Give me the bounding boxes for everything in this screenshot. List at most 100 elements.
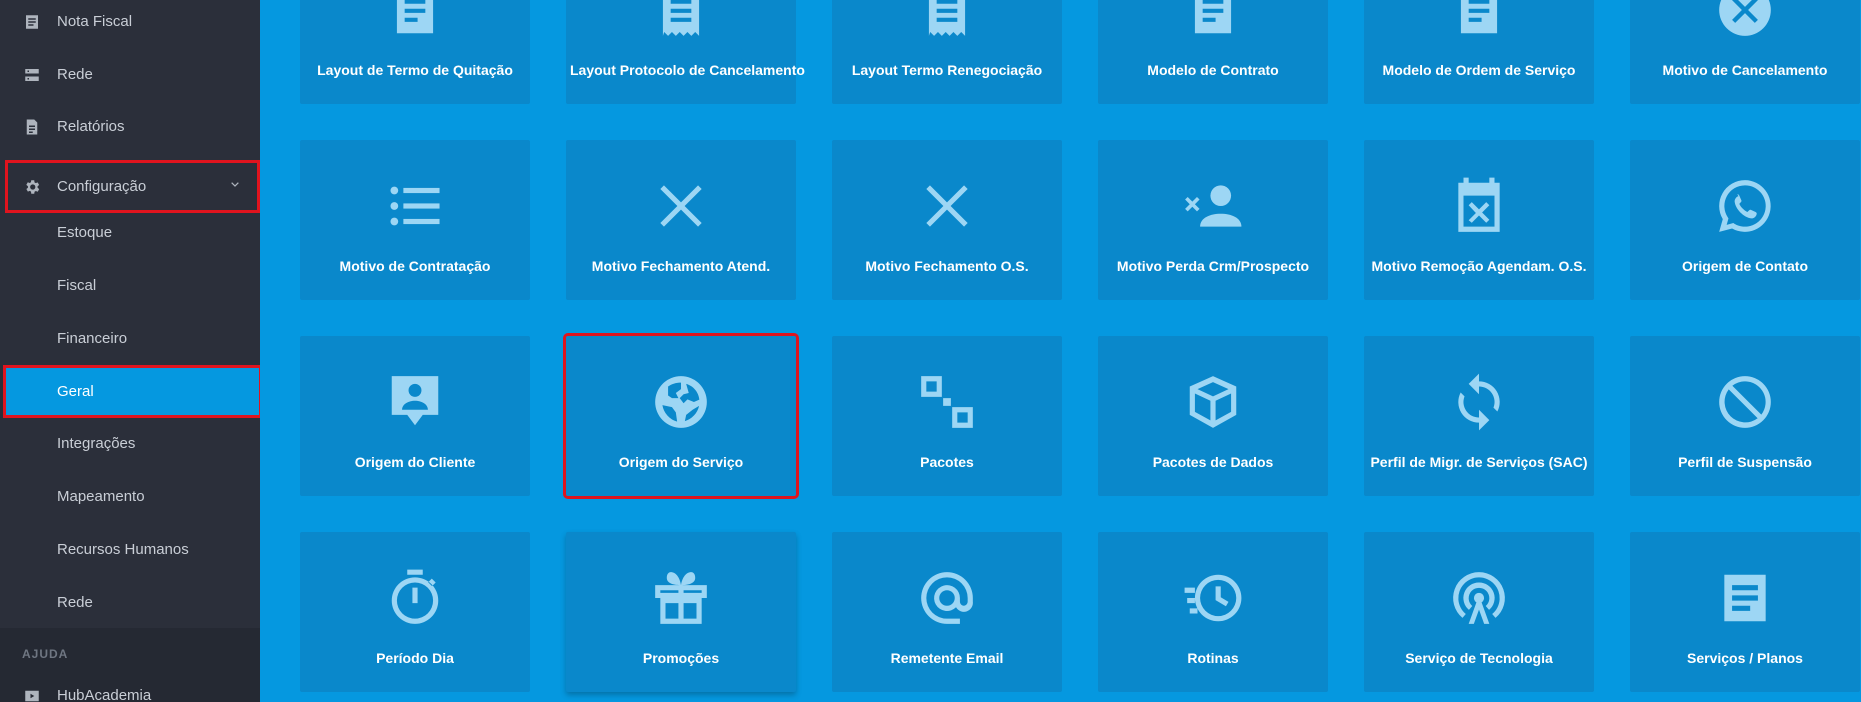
tile-label: Motivo de Cancelamento [1662,62,1828,78]
sidebar-item-label: Nota Fiscal [57,13,133,30]
sidebar-item-label: HubAcademia [57,687,152,702]
package-icon [1098,371,1328,431]
tile-perfil-suspensao[interactable]: Perfil de Suspensão [1630,336,1860,496]
tile-motivo-fechamento-atend[interactable]: Motivo Fechamento Atend. [566,140,796,300]
tile-label: Promoções [642,650,720,666]
tile-servicos-planos[interactable]: Serviços / Planos [1630,532,1860,692]
tile-origem-servico[interactable]: Origem do Serviço [563,333,799,499]
tile-motivo-perda-crm[interactable]: Motivo Perda Crm/Prospecto [1098,140,1328,300]
tile-modelo-ordem-servico[interactable]: Modelo de Ordem de Serviço [1364,0,1594,104]
sidebar-subitem-financeiro[interactable]: Financeiro [0,312,260,365]
tile-pacotes[interactable]: Pacotes [832,336,1062,496]
history-icon [1098,567,1328,627]
tile-layout-protocolo-cancelamento[interactable]: Layout Protocolo de Cancelamento [566,0,805,104]
sync-icon [1364,371,1594,431]
tile-label: Origem de Contato [1681,258,1808,274]
document-icon [1630,567,1860,627]
receipt-icon [566,0,796,39]
gift-icon [566,567,796,627]
tile-label: Motivo de Contratação [339,258,491,274]
sidebar-subitem-recursos-humanos[interactable]: Recursos Humanos [0,523,260,576]
tile-label: Serviço de Tecnologia [1405,650,1553,666]
tile-motivo-contratacao[interactable]: Motivo de Contratação [300,140,530,300]
tile-rotinas[interactable]: Rotinas [1098,532,1328,692]
tile-label: Origem do Cliente [354,454,476,470]
tile-remetente-email[interactable]: Remetente Email [832,532,1062,692]
tile-label: Motivo Remoção Agendam. O.S. [1371,258,1587,274]
antenna-icon [1364,567,1594,627]
sidebar-subitem-fiscal[interactable]: Fiscal [0,259,260,312]
at-icon [832,567,1062,627]
tile-motivo-fechamento-os[interactable]: Motivo Fechamento O.S. [832,140,1062,300]
calendar-remove-icon [1364,175,1594,235]
sidebar-subitem-label: Geral [57,383,94,400]
sidebar-item-relatorios[interactable]: Relatórios [0,100,260,153]
tile-label: Layout Protocolo de Cancelamento [570,62,805,78]
tile-label: Layout Termo Renegociação [851,62,1043,78]
sidebar-subitem-geral[interactable]: Geral [3,365,260,418]
sidebar-subitem-label: Estoque [57,224,113,241]
cancel-circle-icon [1630,0,1860,39]
document-icon [1098,0,1328,39]
tile-promocoes[interactable]: Promoções [566,532,796,692]
sidebar-item-label: Configuração [57,178,147,195]
tile-layout-termo-renegociacao[interactable]: Layout Termo Renegociação [832,0,1062,104]
sidebar-subitem-label: Integrações [57,435,136,452]
tile-label: Período Dia [376,650,454,666]
tile-layout-termo-quitacao[interactable]: Layout de Termo de Quitação [300,0,530,104]
sidebar-subitem-label: Recursos Humanos [57,541,189,558]
sidebar: Nota Fiscal Rede Relatórios Configuração… [0,0,260,702]
tile-origem-contato[interactable]: Origem de Contato [1630,140,1860,300]
settings-grid: Layout de Termo de Quitação Layout Proto… [260,0,1861,702]
sidebar-subitem-mapeamento[interactable]: Mapeamento [0,470,260,523]
gear-icon [5,178,57,196]
sidebar-item-hubacademia[interactable]: HubAcademia [0,669,260,702]
tile-periodo-dia[interactable]: Período Dia [300,532,530,692]
sidebar-subitem-rede[interactable]: Rede [0,576,260,629]
sidebar-subitem-estoque[interactable]: Estoque [0,206,260,259]
tile-label: Motivo Fechamento O.S. [865,258,1029,274]
tile-label: Perfil de Migr. de Serviços (SAC) [1370,454,1588,470]
person-message-icon [300,371,530,431]
timer-icon [300,567,530,627]
chevron-down-icon [228,177,242,191]
squares-icon [832,371,1062,431]
tile-label: Remetente Email [890,650,1004,666]
tile-label: Pacotes [920,454,974,470]
tile-pacotes-dados[interactable]: Pacotes de Dados [1098,336,1328,496]
tile-label: Origem do Serviço [618,454,744,470]
sidebar-subitem-integracoes[interactable]: Integrações [0,417,260,470]
document-icon [300,0,530,39]
tile-origem-cliente[interactable]: Origem do Cliente [300,336,530,496]
close-icon [566,175,796,235]
tile-label: Layout de Termo de Quitação [317,62,513,78]
tile-modelo-contrato[interactable]: Modelo de Contrato [1098,0,1328,104]
receipt-icon [832,0,1062,39]
tile-servico-tecnologia[interactable]: Serviço de Tecnologia [1364,532,1594,692]
whatsapp-icon [1630,175,1860,235]
tile-label: Rotinas [1187,650,1239,666]
sidebar-item-rede[interactable]: Rede [0,48,260,101]
person-remove-icon [1098,175,1328,235]
tile-label: Serviços / Planos [1687,650,1803,666]
globe-icon [566,371,796,431]
tile-perfil-migracao-servicos[interactable]: Perfil de Migr. de Serviços (SAC) [1364,336,1594,496]
tile-label: Modelo de Ordem de Serviço [1382,62,1576,78]
sidebar-item-nota-fiscal[interactable]: Nota Fiscal [0,0,260,48]
close-icon [832,175,1062,235]
help-section: AJUDA HubAcademia [0,628,260,702]
sidebar-subitem-label: Rede [57,594,93,611]
sidebar-item-label: Rede [57,66,93,83]
document-icon [1364,0,1594,39]
help-section-title: AJUDA [22,647,69,661]
tile-motivo-remocao-agendamento[interactable]: Motivo Remoção Agendam. O.S. [1364,140,1594,300]
tile-label: Pacotes de Dados [1152,454,1274,470]
tile-label: Perfil de Suspensão [1678,454,1812,470]
tile-motivo-cancelamento[interactable]: Motivo de Cancelamento [1630,0,1860,104]
sidebar-subitem-label: Mapeamento [57,488,145,505]
document-icon [0,118,57,136]
receipt-icon [0,13,57,31]
list-icon [300,175,530,235]
block-icon [1630,371,1860,431]
server-icon [0,66,57,84]
